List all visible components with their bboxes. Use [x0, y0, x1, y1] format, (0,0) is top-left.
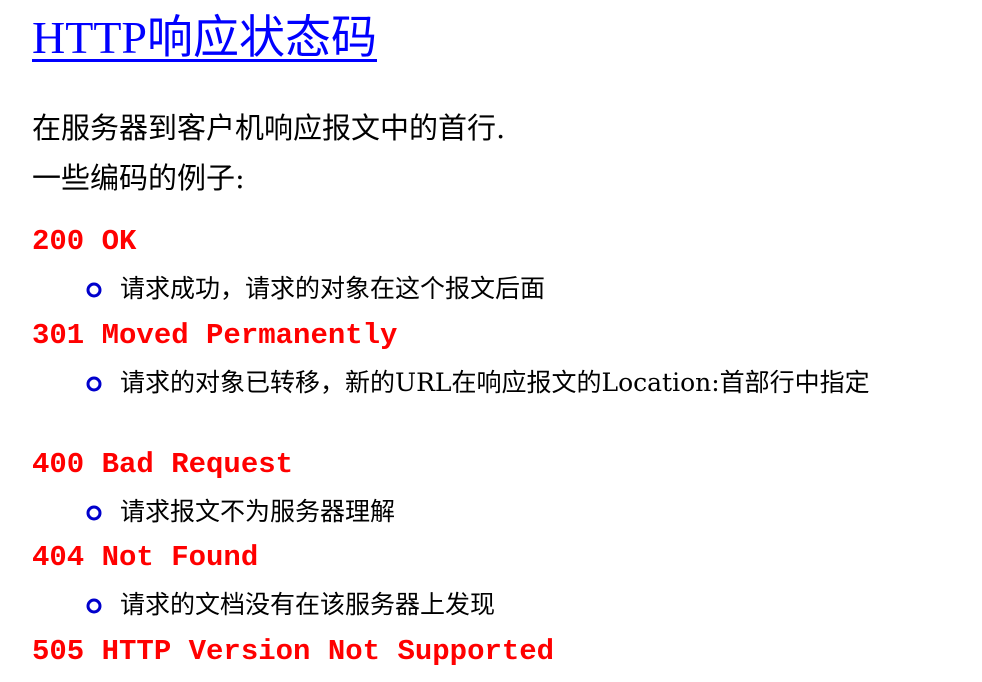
- description-text: 请求成功，请求的对象在这个报文后面: [120, 274, 546, 303]
- page-title: HTTP响应状态码: [32, 12, 377, 63]
- hollow-circle-bullet-icon: [86, 598, 102, 614]
- hollow-circle-bullet-icon: [86, 376, 102, 392]
- status-code-505: 505 HTTP Version Not Supported: [32, 635, 555, 668]
- description-text: 请求报文不为服务器理解: [120, 497, 396, 526]
- status-code-301: 301 Moved Permanently: [32, 319, 398, 352]
- description-text: 请求的对象已转移，新的URL在响应报文的Location:首部行中指定: [120, 368, 870, 397]
- slide: HTTP响应状态码 在服务器到客户机响应报文中的首行. 一些编码的例子: 200…: [0, 0, 982, 682]
- intro-line-2: 一些编码的例子:: [32, 161, 245, 195]
- hollow-circle-bullet-icon: [86, 282, 102, 298]
- intro-line-1: 在服务器到客户机响应报文中的首行.: [32, 111, 506, 145]
- status-code-404-description: 请求的文档没有在该服务器上发现: [86, 588, 920, 621]
- status-code-404: 404 Not Found: [32, 541, 259, 574]
- status-code-400: 400 Bad Request: [32, 448, 294, 481]
- description-text: 请求的文档没有在该服务器上发现: [120, 590, 496, 619]
- status-code-400-description: 请求报文不为服务器理解: [86, 495, 920, 528]
- status-code-200-description: 请求成功，请求的对象在这个报文后面: [86, 272, 920, 305]
- hollow-circle-bullet-icon: [86, 505, 102, 521]
- status-code-301-description: 请求的对象已转移，新的URL在响应报文的Location:首部行中指定: [86, 366, 910, 399]
- status-code-200: 200 OK: [32, 225, 137, 258]
